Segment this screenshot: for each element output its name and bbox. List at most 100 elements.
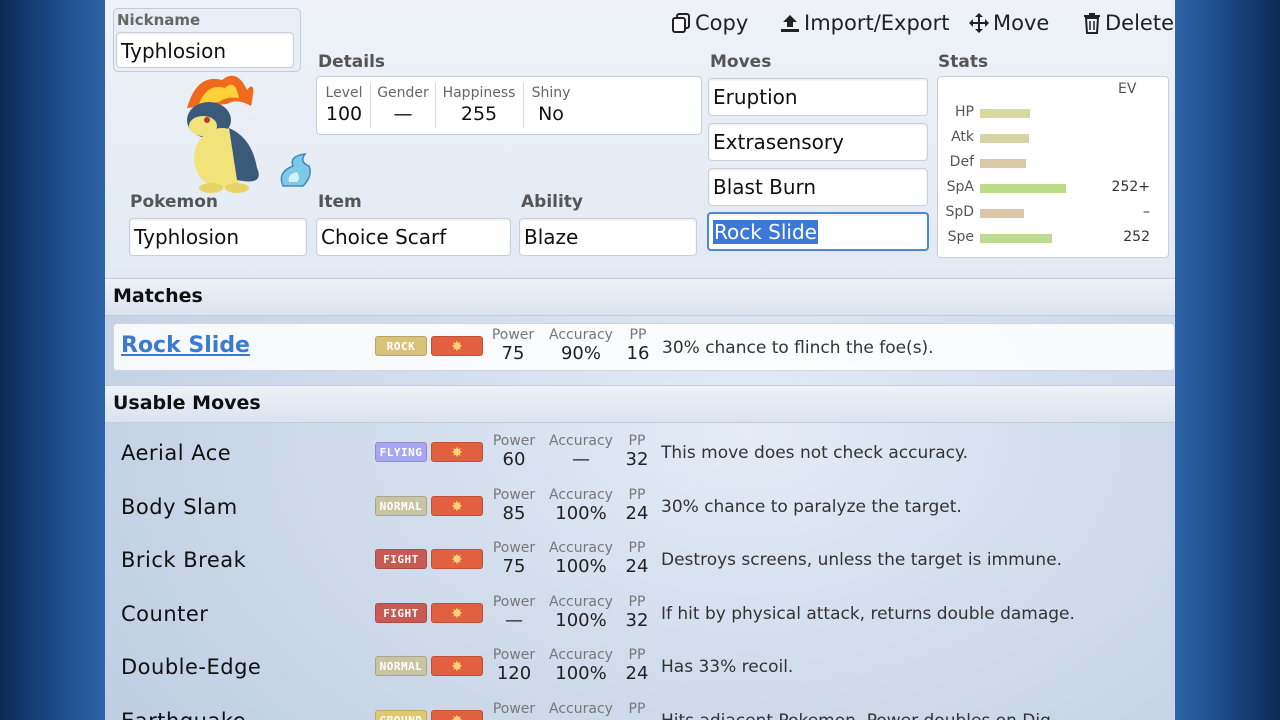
pokemon-label: Pokemon bbox=[130, 192, 219, 212]
item-input[interactable]: Choice Scarf bbox=[316, 218, 511, 256]
move-name[interactable]: Double-Edge bbox=[121, 655, 261, 679]
stats-box[interactable]: EV HP Atk Def SpA 252+ SpD – Spe 252 bbox=[937, 76, 1169, 258]
usable-moves-header: Usable Moves bbox=[105, 385, 1175, 423]
accuracy-col: Accuracy 100% bbox=[542, 540, 620, 577]
pp-col: PP 32 bbox=[621, 433, 653, 470]
physical-category-icon: ✸ bbox=[431, 442, 483, 462]
copy-button[interactable]: Copy bbox=[670, 11, 748, 35]
shiny-label: Shiny bbox=[531, 85, 571, 101]
usable-move-row[interactable]: Brick Break FIGHT ✸ Power 75 Accuracy 100% PP 24… bbox=[105, 534, 1175, 588]
happiness-value: 255 bbox=[460, 103, 498, 125]
stat-name: Atk bbox=[951, 129, 974, 145]
type-badge: FLYING bbox=[375, 442, 427, 462]
power-col: Power — bbox=[488, 594, 540, 631]
level-label: Level bbox=[325, 85, 363, 101]
matches-heading: Matches bbox=[113, 285, 203, 307]
match-power: Power 75 bbox=[487, 327, 539, 364]
physical-category-icon: ✸ bbox=[431, 710, 483, 720]
pokemon-input[interactable]: Typhlosion bbox=[129, 218, 307, 256]
accuracy-label: Accuracy bbox=[549, 593, 613, 610]
usable-move-row[interactable]: Double-Edge NORMAL ✸ Power 120 Accuracy 100% PP… bbox=[105, 641, 1175, 695]
move-arrows-icon bbox=[969, 13, 989, 33]
pp-label: PP bbox=[628, 701, 646, 717]
pp-label: PP bbox=[628, 647, 646, 664]
physical-category-icon: ✸ bbox=[431, 336, 483, 356]
accuracy-col: Accuracy 100% bbox=[542, 647, 620, 684]
usable-move-row[interactable]: Body Slam NORMAL ✸ Power 85 Accuracy 100% PP 24 3… bbox=[105, 481, 1175, 535]
stat-row: HP bbox=[938, 102, 1168, 124]
physical-category-icon: ✸ bbox=[431, 602, 483, 623]
match-description: 30% chance to flinch the foe(s). bbox=[662, 338, 934, 358]
item-label: Item bbox=[318, 192, 362, 212]
accuracy-value: 100% bbox=[555, 556, 607, 578]
pp-col: PP bbox=[621, 701, 653, 717]
power-label: Power bbox=[492, 540, 536, 557]
stat-row: Spe 252 bbox=[938, 227, 1168, 249]
accuracy-col: Accuracy bbox=[542, 701, 620, 717]
accuracy-value: — bbox=[572, 449, 590, 470]
move-name[interactable]: Earthquake bbox=[121, 709, 246, 720]
pp-label: PP bbox=[629, 327, 647, 343]
happiness-cell: Happiness 255 bbox=[435, 77, 523, 134]
physical-category-icon: ✸ bbox=[431, 656, 483, 677]
type-badge: NORMAL bbox=[375, 495, 427, 516]
ability-input[interactable]: Blaze bbox=[519, 218, 697, 256]
move-slot-3[interactable]: Blast Burn bbox=[708, 168, 928, 206]
pp-col: PP 24 bbox=[621, 487, 653, 524]
stat-bar bbox=[980, 109, 1030, 118]
move-name[interactable]: Counter bbox=[121, 602, 208, 626]
power-col: Power bbox=[488, 701, 540, 717]
gender-label: Gender bbox=[377, 85, 429, 101]
right-background-panel bbox=[1175, 0, 1280, 720]
details-box[interactable]: Level 100 Gender — Happiness 255 Shiny N… bbox=[316, 76, 702, 135]
power-value: — bbox=[505, 609, 523, 631]
stat-ev-value: 252+ bbox=[1111, 179, 1150, 195]
shiny-cell: Shiny No bbox=[523, 77, 579, 134]
power-label: Power bbox=[492, 647, 536, 664]
stat-name: Spe bbox=[947, 229, 974, 245]
pp-col: PP 32 bbox=[621, 594, 653, 631]
move-button[interactable]: Move bbox=[968, 11, 1049, 35]
move-label: Move bbox=[993, 11, 1050, 35]
stat-ev-value: 252 bbox=[1123, 229, 1150, 245]
move-slot-4[interactable]: Rock Slide bbox=[707, 212, 929, 251]
power-value: 85 bbox=[502, 502, 526, 524]
move-name[interactable]: Aerial Ace bbox=[121, 441, 231, 465]
move-name[interactable]: Body Slam bbox=[121, 495, 238, 519]
move-slot-2[interactable]: Extrasensory bbox=[708, 123, 928, 161]
stat-ev-value: – bbox=[1143, 204, 1150, 220]
stat-row: Def bbox=[938, 152, 1168, 174]
pp-label: PP bbox=[628, 540, 646, 557]
type-badge: NORMAL bbox=[375, 656, 427, 677]
stat-bar bbox=[980, 209, 1024, 218]
accuracy-label: Accuracy bbox=[549, 647, 613, 664]
ev-column-header: EV bbox=[1118, 81, 1137, 97]
nickname-input[interactable]: Typhlosion bbox=[116, 32, 294, 68]
match-move-name[interactable]: Rock Slide bbox=[121, 333, 250, 358]
match-row[interactable]: Rock Slide ROCK ✸ Power 75 Accuracy 90% … bbox=[113, 323, 1175, 371]
power-col: Power 85 bbox=[488, 487, 540, 524]
power-label: Power bbox=[492, 593, 536, 610]
usable-move-row[interactable]: Earthquake GROUND ✸ Power Accuracy PP Hits adj… bbox=[105, 695, 1175, 720]
usable-move-row[interactable]: Counter FIGHT ✸ Power — Accuracy 100% PP 32 If hi… bbox=[105, 588, 1175, 642]
import-export-label: Import/Export bbox=[804, 11, 950, 35]
accuracy-label: Accuracy bbox=[549, 433, 613, 449]
stat-bar bbox=[980, 159, 1026, 168]
stat-row: SpD – bbox=[938, 202, 1168, 224]
move-description: Has 33% recoil. bbox=[661, 657, 794, 678]
stat-name: SpD bbox=[945, 204, 974, 220]
import-export-button[interactable]: Import/Export bbox=[779, 11, 950, 35]
ability-label: Ability bbox=[521, 192, 584, 212]
accuracy-col: Accuracy 100% bbox=[542, 594, 620, 631]
move-description: Hits adjacent Pokemon. Power doubles on … bbox=[661, 711, 1056, 720]
pp-value: 24 bbox=[625, 502, 649, 524]
match-pp: PP 16 bbox=[622, 327, 654, 364]
pp-value: 24 bbox=[625, 556, 649, 578]
move-name[interactable]: Brick Break bbox=[121, 548, 246, 572]
accuracy-value: 100% bbox=[555, 609, 607, 631]
move-slot-1[interactable]: Eruption bbox=[708, 78, 928, 116]
usable-move-row[interactable]: Aerial Ace FLYING ✸ Power 60 Accuracy — PP 32 Thi… bbox=[105, 427, 1175, 481]
stat-name: SpA bbox=[946, 179, 974, 195]
pokemon-editor-panel: Nickname Typhlosion Details Level 100 Ge… bbox=[105, 0, 1175, 280]
delete-button[interactable]: Delete bbox=[1082, 11, 1174, 35]
